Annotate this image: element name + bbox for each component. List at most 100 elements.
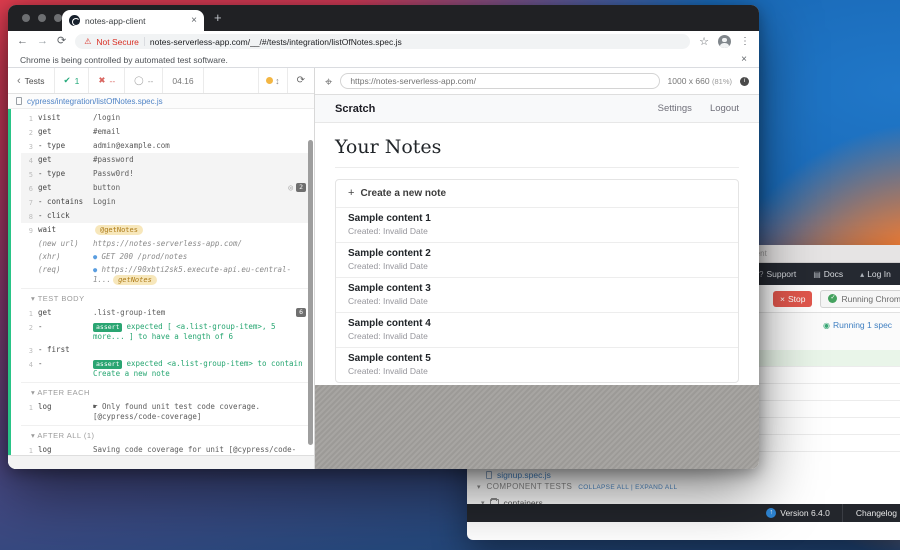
note-title: Sample content 1 [348, 213, 726, 224]
reporter-scrollbar[interactable] [308, 140, 313, 445]
log-row[interactable]: 4-assertexpected <a.list-group-item> to … [21, 357, 310, 380]
file-icon [16, 97, 22, 105]
log-section-header[interactable]: ▾ AFTER ALL (1) [21, 425, 310, 443]
back-to-tests-button[interactable]: ‹Tests [8, 68, 55, 93]
question-icon: ? [759, 270, 763, 279]
log-row[interactable]: 1logSaving code coverage for unit [@cypr… [21, 443, 310, 455]
element-count-badge: 2 [296, 183, 306, 192]
reporter-footer [8, 455, 314, 469]
tab-close-icon[interactable]: × [191, 16, 197, 26]
log-row[interactable]: 2get#email [21, 125, 310, 139]
note-list-item[interactable]: Sample content 2Created: Invalid Date [336, 243, 738, 278]
docs-menu-item[interactable]: ▤Docs [813, 269, 843, 279]
log-row[interactable]: 1get.list-group-item6 [21, 306, 310, 320]
login-menu-item[interactable]: ▴Log In [860, 269, 891, 279]
settings-link[interactable]: Settings [658, 103, 692, 114]
spec-path[interactable]: cypress/integration/listOfNotes.spec.js [27, 97, 163, 106]
changelog-button[interactable]: Changelog [842, 504, 900, 522]
check-icon: ✓ [828, 294, 837, 303]
browser-select-button[interactable]: ✓Running Chrome 88 [820, 290, 900, 308]
app-brand[interactable]: Scratch [335, 103, 375, 115]
command-log: 1visit/login2get#email3- typeadmin@examp… [8, 109, 314, 455]
plus-icon: + [348, 188, 354, 199]
window-controls[interactable] [22, 14, 62, 22]
close-window-icon[interactable] [22, 14, 30, 22]
info-icon[interactable]: i [740, 77, 749, 86]
new-tab-button[interactable]: + [214, 10, 222, 25]
log-row[interactable]: (req)● https://90xbti2sk5.execute-api.eu… [21, 263, 310, 286]
url-text[interactable]: notes-serverless-app.com/__/#/tests/inte… [150, 37, 402, 47]
recording-dot-icon [266, 77, 273, 84]
forward-icon[interactable]: → [37, 36, 48, 47]
caret-down-icon: ▾ [477, 483, 481, 491]
reporter-header-right: ↕ ⟳ [258, 68, 314, 93]
log-row[interactable]: 7- containsLogin [21, 195, 310, 209]
rerun-button[interactable]: ⟳ [287, 68, 314, 93]
spec-bar: cypress/integration/listOfNotes.spec.js [8, 94, 314, 109]
failed-count: ✖-- [89, 68, 125, 93]
bookmark-star-icon[interactable]: ☆ [699, 35, 709, 48]
logout-link[interactable]: Logout [710, 103, 739, 114]
version-button[interactable]: ↑Version 6.4.0 [754, 504, 842, 522]
spec-file-signup[interactable]: signup.spec.js [467, 467, 900, 482]
app-nav-links: Settings Logout [658, 103, 739, 114]
log-row[interactable]: 2-assertexpected [ <a.list-group-item>, … [21, 320, 310, 343]
infobar-close-icon[interactable]: × [741, 54, 747, 65]
divider [335, 167, 739, 168]
stop-button[interactable]: ×Stop [773, 291, 812, 307]
log-row[interactable]: 9wait@getNotes [21, 223, 310, 237]
log-row[interactable]: 1log☛ Only found unit test code coverage… [21, 400, 310, 423]
log-row[interactable]: 1visit/login [21, 111, 310, 125]
zoom-window-icon[interactable] [54, 14, 62, 22]
support-menu-item[interactable]: ?Support [759, 269, 796, 279]
log-section-header[interactable]: ▾ TEST BODY [21, 288, 310, 306]
collapse-expand-links[interactable]: COLLAPSE ALL | EXPAND ALL [578, 484, 677, 491]
note-list-item[interactable]: Sample content 3Created: Invalid Date [336, 278, 738, 313]
aut-pane: ⌖ https://notes-serverless-app.com/ 1000… [315, 68, 759, 469]
note-list-item[interactable]: Sample content 5Created: Invalid Date [336, 348, 738, 382]
refresh-icon: ⟳ [297, 75, 305, 86]
log-row[interactable]: 6getbutton◎2 [21, 181, 310, 195]
note-list-item[interactable]: Sample content 4Created: Invalid Date [336, 313, 738, 348]
browser-tab[interactable]: notes-app-client × [62, 10, 204, 31]
auto-scroll-toggle[interactable]: ↕ [258, 68, 287, 93]
page-title: Your Notes [335, 136, 739, 158]
component-tests-section[interactable]: ▾ COMPONENT TESTS COLLAPSE ALL | EXPAND … [467, 482, 900, 496]
warning-icon: ⚠ [84, 38, 91, 46]
app-main: Your Notes + Create a new note Sample co… [315, 136, 759, 383]
log-row[interactable]: 3- typeadmin@example.com [21, 139, 310, 153]
browser-menu-icon[interactable]: ⋮ [740, 36, 750, 47]
note-list-item[interactable]: Sample content 1Created: Invalid Date [336, 208, 738, 243]
log-row[interactable]: 8- click [21, 209, 310, 223]
cypress-favicon-icon [69, 15, 80, 26]
reload-icon[interactable]: ⟳ [57, 36, 66, 47]
reporter-header: ‹Tests ✔1 ✖-- ◯-- 04.16 ↕ ⟳ [8, 68, 314, 94]
aut-url-field[interactable]: https://notes-serverless-app.com/ [340, 73, 659, 89]
hidden-eye-icon: ◎ [288, 183, 293, 192]
log-row[interactable]: 5- typePassw0rd! [21, 167, 310, 181]
pending-icon: ◯ [134, 75, 144, 86]
alias-pill: getNotes [113, 275, 157, 285]
pass-icon: ✔ [64, 75, 71, 86]
log-section-header[interactable]: ▾ AFTER EACH [21, 382, 310, 400]
url-divider [144, 37, 145, 46]
reporter-pane: ‹Tests ✔1 ✖-- ◯-- 04.16 ↕ ⟳ cypress/inte… [8, 68, 315, 469]
cypress-runner: ‹Tests ✔1 ✖-- ◯-- 04.16 ↕ ⟳ cypress/inte… [8, 68, 759, 469]
log-row[interactable]: 3- first [21, 343, 310, 357]
minimize-window-icon[interactable] [38, 14, 46, 22]
address-bar[interactable]: ⚠ Not Secure notes-serverless-app.com/__… [75, 34, 690, 49]
selector-playground-icon[interactable]: ⌖ [325, 75, 332, 88]
log-row[interactable]: (new url)https://notes-serverless-app.co… [21, 237, 310, 250]
log-row[interactable]: 4get#password [21, 153, 310, 167]
log-row[interactable]: (xhr)● GET 200 /prod/notes [21, 250, 310, 263]
book-icon: ▤ [813, 270, 821, 279]
note-created: Created: Invalid Date [348, 261, 726, 271]
browser-window: notes-app-client × + ← → ⟳ ⚠ Not Secure … [8, 5, 759, 469]
update-icon: ↑ [766, 508, 776, 518]
create-note-button[interactable]: + Create a new note [336, 180, 738, 208]
note-created: Created: Invalid Date [348, 366, 726, 376]
note-title: Sample content 3 [348, 283, 726, 294]
security-label[interactable]: Not Secure [96, 37, 139, 47]
profile-avatar[interactable] [718, 35, 731, 48]
back-icon[interactable]: ← [17, 36, 28, 47]
